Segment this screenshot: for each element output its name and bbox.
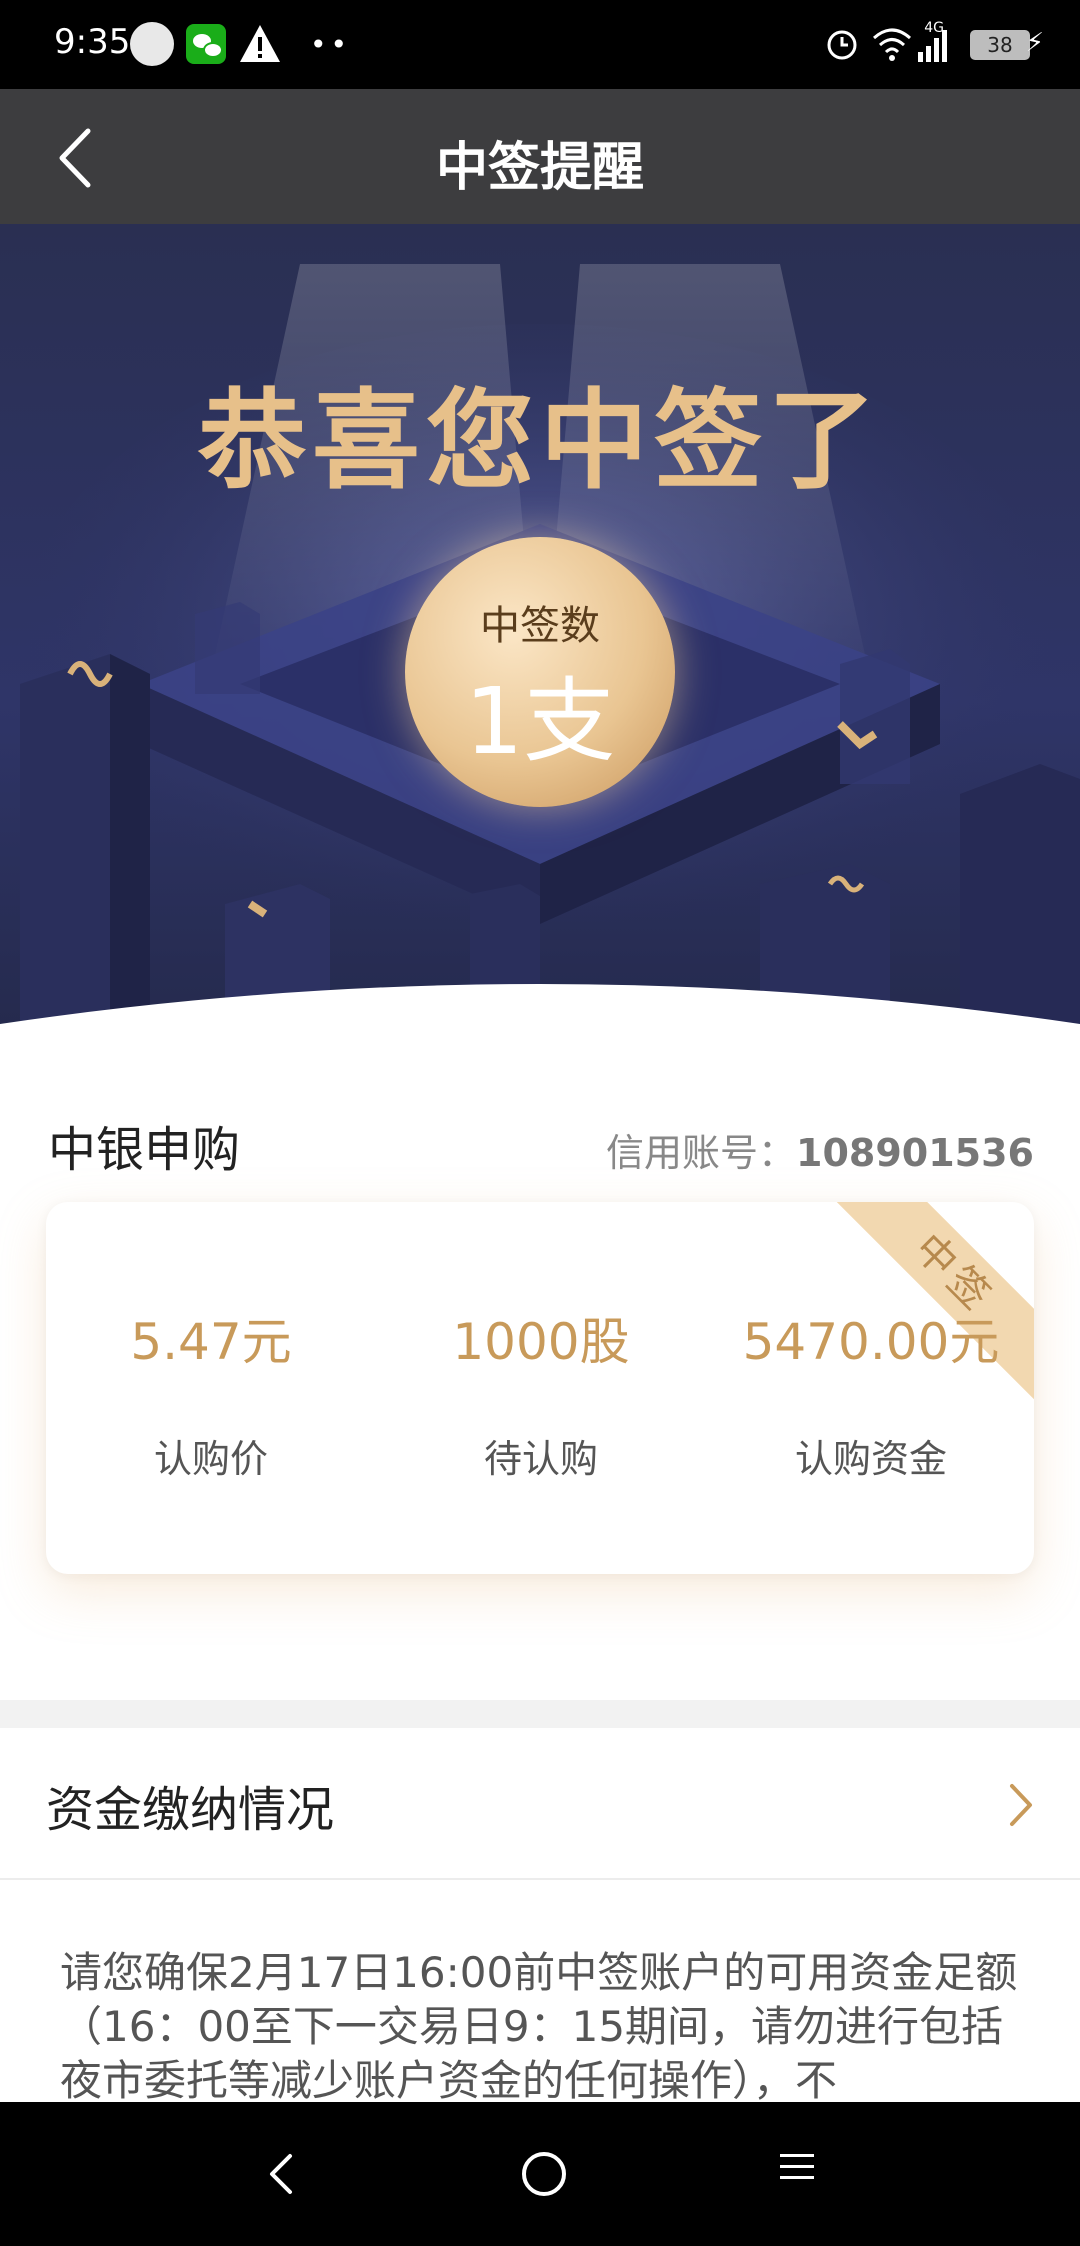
alarm-icon bbox=[827, 30, 857, 60]
system-navigation-bar bbox=[0, 2102, 1080, 2246]
hero-banner: 恭喜您中签了 中签数 1支 bbox=[0, 224, 1080, 1094]
subscription-price-label: 认购价 bbox=[153, 1437, 268, 1481]
subscription-card: 中签 5.47元 认购价 1000股 待认购 5470.00元 认购资金 bbox=[46, 1202, 1034, 1574]
account-info: 信用账号：108901536 bbox=[606, 1122, 1034, 1177]
system-back-icon[interactable] bbox=[262, 2148, 302, 2200]
broker-name: 中银申购 bbox=[48, 1122, 241, 1178]
section-divider bbox=[0, 1700, 1080, 1728]
account-label: 信用账号： bbox=[606, 1131, 797, 1175]
payment-notice: 请您确保2月17日16:00前中签账户的可用资金足额（16：00至下一交易日9：… bbox=[60, 1948, 1018, 2105]
system-home-icon[interactable] bbox=[522, 2152, 566, 2196]
shares-column: 1000股 待认购 bbox=[376, 1302, 706, 1483]
funds-column: 5470.00元 认购资金 bbox=[706, 1302, 1034, 1483]
notification-dot-icon bbox=[130, 22, 174, 66]
chevron-right-icon bbox=[1010, 1784, 1032, 1826]
system-menu-icon[interactable] bbox=[780, 2152, 814, 2182]
medal-value: 1支 bbox=[464, 668, 616, 775]
payment-status-title: 资金缴纳情况 bbox=[46, 1782, 335, 1838]
winning-count-medal: 中签数 1支 bbox=[405, 537, 675, 807]
payment-status-row[interactable]: 资金缴纳情况 bbox=[0, 1728, 1080, 1880]
account-number: 108901536 bbox=[796, 1131, 1034, 1175]
battery-icon: 38 bbox=[970, 30, 1030, 60]
pending-shares: 1000股 bbox=[452, 1313, 630, 1371]
price-column: 5.47元 认购价 bbox=[46, 1302, 376, 1483]
more-notifications-icon: •• bbox=[310, 28, 352, 61]
warning-icon bbox=[240, 25, 280, 62]
status-time: 9:35 bbox=[54, 22, 131, 62]
status-bar: 9:35 •• 4G 38 ⚡ bbox=[0, 0, 1080, 89]
wifi-icon bbox=[873, 28, 911, 61]
subscription-price: 5.47元 bbox=[130, 1313, 292, 1371]
page-title: 中签提醒 bbox=[435, 138, 644, 198]
congratulations-headline: 恭喜您中签了 bbox=[197, 379, 882, 504]
wechat-icon bbox=[186, 24, 226, 64]
medal-label: 中签数 bbox=[480, 603, 600, 649]
subscription-funds-label: 认购资金 bbox=[794, 1437, 947, 1481]
charging-icon: ⚡ bbox=[1025, 28, 1044, 58]
pending-shares-label: 待认购 bbox=[483, 1437, 598, 1481]
subscription-funds: 5470.00元 bbox=[742, 1313, 1000, 1371]
signal-icon bbox=[918, 30, 947, 62]
navigation-bar: 中签提醒 bbox=[0, 89, 1080, 224]
